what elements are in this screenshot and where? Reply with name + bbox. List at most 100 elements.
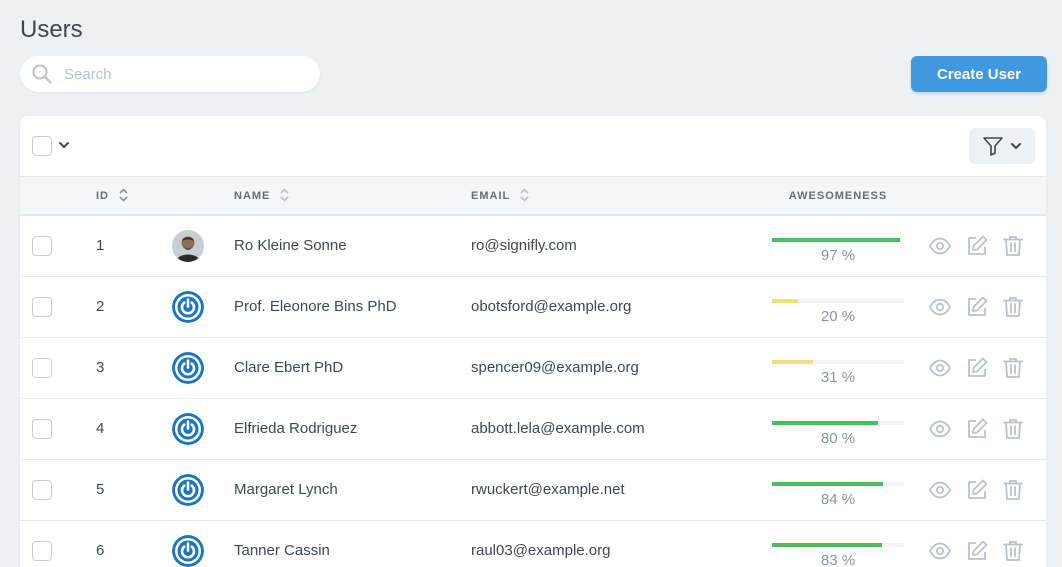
column-header-label: ID (96, 190, 109, 202)
table-row: 6 Tanner Cassin raul03@example.org 83 % (20, 521, 1046, 567)
chevron-down-icon (1011, 143, 1021, 149)
user-email: spencer09@example.org (471, 359, 639, 376)
table-row: 4 Elfrieda Rodriguez abbott.lela@example… (20, 399, 1046, 460)
search-icon (32, 64, 52, 84)
row-checkbox[interactable] (32, 358, 52, 378)
delete-icon[interactable] (1001, 417, 1025, 441)
avatar (172, 413, 204, 445)
sort-icon (119, 188, 128, 202)
edit-icon[interactable] (965, 417, 989, 441)
chevron-down-icon[interactable] (58, 139, 70, 151)
view-icon[interactable] (928, 234, 952, 258)
awesomeness-bar (772, 421, 904, 425)
user-name: Ro Kleine Sonne (234, 237, 347, 254)
view-icon[interactable] (928, 478, 952, 502)
avatar (172, 230, 204, 262)
user-id: 4 (96, 420, 105, 437)
filter-icon (983, 137, 1003, 156)
user-id: 1 (96, 237, 105, 254)
user-id: 3 (96, 359, 105, 376)
search-input[interactable] (64, 56, 304, 92)
row-checkbox[interactable] (32, 480, 52, 500)
create-user-button[interactable]: Create User (911, 56, 1047, 92)
table-row: 1 Ro Kleine Sonne ro@signifly.com 97 % (20, 216, 1046, 277)
awesomeness-bar (772, 360, 904, 364)
column-header-label: AWESOMENESS (788, 190, 888, 202)
user-id: 2 (96, 298, 105, 315)
avatar (172, 535, 204, 567)
awesomeness-percent: 31 % (820, 369, 856, 386)
column-header-name[interactable]: NAME (234, 177, 290, 215)
users-table-card: ID NAME EMAIL AWESOMENESS 1 Ro Kleine So… (20, 116, 1046, 567)
user-email: ro@signifly.com (471, 237, 577, 254)
user-name: Clare Ebert PhD (234, 359, 344, 376)
power-icon (172, 291, 204, 323)
awesomeness-percent: 20 % (820, 308, 856, 325)
user-email: rwuckert@example.net (471, 481, 625, 498)
edit-icon[interactable] (965, 539, 989, 563)
row-checkbox[interactable] (32, 541, 52, 561)
sort-icon (280, 188, 290, 202)
column-header-awesomeness: AWESOMENESS (772, 177, 904, 215)
table-row: 3 Clare Ebert PhD spencer09@example.org … (20, 338, 1046, 399)
user-name: Prof. Eleonore Bins PhD (234, 298, 397, 315)
power-icon (172, 535, 204, 567)
awesomeness-bar (772, 299, 904, 303)
user-name: Tanner Cassin (234, 542, 330, 559)
awesomeness-bar-fill (772, 360, 813, 364)
page-title: Users (20, 16, 83, 43)
delete-icon[interactable] (1001, 356, 1025, 380)
user-email: raul03@example.org (471, 542, 611, 559)
awesomeness-bar (772, 238, 904, 242)
user-email: obotsford@example.org (471, 298, 632, 315)
user-name: Margaret Lynch (234, 481, 338, 498)
row-checkbox[interactable] (32, 297, 52, 317)
column-header-email[interactable]: EMAIL (471, 177, 529, 215)
view-icon[interactable] (928, 356, 952, 380)
awesomeness-percent: 80 % (820, 430, 856, 447)
awesomeness-percent: 84 % (820, 491, 856, 508)
edit-icon[interactable] (965, 356, 989, 380)
user-photo (172, 230, 204, 262)
table-row: 2 Prof. Eleonore Bins PhD obotsford@exam… (20, 277, 1046, 338)
delete-icon[interactable] (1001, 478, 1025, 502)
power-icon (172, 413, 204, 445)
filter-button[interactable] (969, 128, 1035, 164)
view-icon[interactable] (928, 295, 952, 319)
awesomeness-bar (772, 482, 904, 486)
avatar (172, 352, 204, 384)
awesomeness-percent: 83 % (820, 552, 856, 567)
table-row: 5 Margaret Lynch rwuckert@example.net 84… (20, 460, 1046, 521)
column-header-label: NAME (234, 190, 271, 202)
awesomeness-bar-fill (772, 299, 798, 303)
column-header-id[interactable]: ID (96, 177, 128, 215)
power-icon (172, 474, 204, 506)
table-header: ID NAME EMAIL AWESOMENESS (20, 176, 1046, 216)
column-header-label: EMAIL (471, 190, 511, 202)
delete-icon[interactable] (1001, 234, 1025, 258)
sort-icon (520, 188, 529, 202)
awesomeness-bar (772, 543, 904, 547)
edit-icon[interactable] (965, 234, 989, 258)
awesomeness-bar-fill (772, 543, 882, 547)
view-icon[interactable] (928, 539, 952, 563)
delete-icon[interactable] (1001, 295, 1025, 319)
edit-icon[interactable] (965, 295, 989, 319)
awesomeness-bar-fill (772, 482, 883, 486)
select-all-checkbox[interactable] (32, 136, 52, 156)
user-id: 6 (96, 542, 105, 559)
row-checkbox[interactable] (32, 236, 52, 256)
awesomeness-percent: 97 % (820, 247, 856, 264)
user-email: abbott.lela@example.com (471, 420, 645, 437)
edit-icon[interactable] (965, 478, 989, 502)
avatar (172, 474, 204, 506)
user-id: 5 (96, 481, 105, 498)
view-icon[interactable] (928, 417, 952, 441)
row-checkbox[interactable] (32, 419, 52, 439)
awesomeness-bar-fill (772, 421, 878, 425)
power-icon (172, 352, 204, 384)
delete-icon[interactable] (1001, 539, 1025, 563)
awesomeness-bar-fill (772, 238, 900, 242)
search-box[interactable] (20, 56, 320, 92)
avatar (172, 291, 204, 323)
